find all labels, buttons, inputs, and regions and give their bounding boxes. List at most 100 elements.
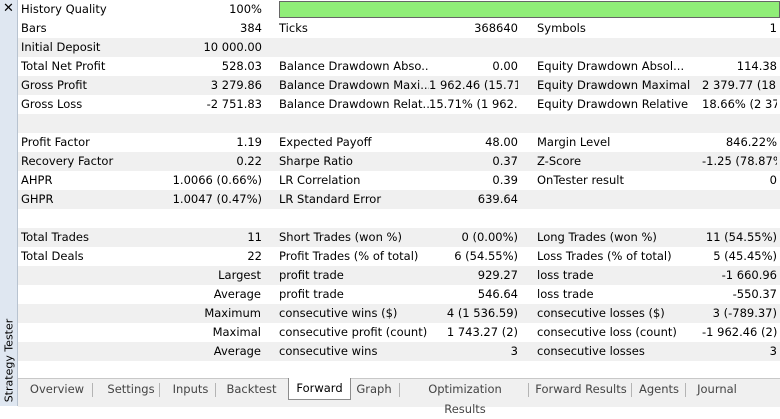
metric-label: Recovery Factor: [21, 154, 114, 168]
metric-value: 2 379.77 (18.66%): [702, 78, 777, 92]
report-row: Total Trades 11 Short Trades (won %) 0 (0.0…: [18, 228, 780, 247]
report-row: Average profit trade 546.64 loss trade -550.…: [18, 285, 780, 304]
metric-label: Profit Trades (% of total): [279, 249, 419, 263]
metric-label: Short Trades (won %): [279, 230, 402, 244]
history-quality-fill: [280, 2, 779, 17]
metric-label: profit trade: [279, 268, 344, 282]
metric-label: loss trade: [537, 287, 594, 301]
metric-value: 546.64: [477, 287, 518, 301]
row-group-label: Maximum: [204, 306, 261, 320]
metric-label: consecutive loss (count): [537, 325, 677, 339]
metric-label: Initial Deposit: [21, 40, 101, 54]
metric-label: Equity Drawdown Maximal: [537, 78, 691, 92]
report-row: Average consecutive wins 3 consecutive loss…: [18, 342, 780, 361]
metric-value: 6 (54.55%): [454, 249, 518, 263]
metric-value: 10 000.00: [203, 40, 262, 54]
metric-label: Z-Score: [537, 154, 582, 168]
metric-label: LR Correlation: [279, 173, 361, 187]
report-row: Profit Factor 1.19 Expected Payoff 48.00 Mar…: [18, 133, 780, 152]
metric-value: -2 751.83: [206, 97, 262, 111]
metric-value: 11: [247, 230, 262, 244]
report-row: Gross Loss -2 751.83 Balance Drawdown Rela…: [18, 95, 780, 114]
history-quality-row: History Quality 100%: [18, 0, 780, 19]
report-row: Gross Profit 3 279.86 Balance Drawdown Max…: [18, 76, 780, 95]
metric-label: Profit Factor: [21, 135, 90, 149]
metric-value: 368640: [474, 21, 518, 35]
report-row: AHPR 1.0066 (0.66%) LR Correlation 0.39 OnTe…: [18, 171, 780, 190]
tab-agents[interactable]: Agents: [637, 379, 681, 399]
metric-label: consecutive wins ($): [279, 306, 398, 320]
metric-label: profit trade: [279, 287, 344, 301]
metric-value: 22: [247, 249, 262, 263]
history-quality-bar: [279, 1, 780, 18]
close-icon[interactable]: ✕: [0, 0, 17, 17]
metric-label: Expected Payoff: [279, 135, 372, 149]
strategy-tester-sidebar: ✕ Strategy Tester: [0, 0, 18, 406]
metric-label: Balance Drawdown Abso...: [279, 59, 429, 73]
row-group-label: Maximal: [212, 325, 261, 339]
report-row: Bars 384 Ticks 368640 Symbols 1: [18, 19, 780, 38]
metric-label: OnTester result: [537, 173, 624, 187]
metric-value: 11 (54.55%): [705, 230, 777, 244]
metric-value: 0.00: [492, 59, 518, 73]
metric-label: Symbols: [537, 21, 586, 35]
metric-value: 3: [510, 344, 518, 358]
metric-label: consecutive wins: [279, 344, 378, 358]
tab-graph[interactable]: Graph: [353, 379, 395, 399]
metric-value: 3 (-789.37): [712, 306, 777, 320]
metric-value: 1: [769, 21, 777, 35]
tab-optimization-results[interactable]: Optimization Results: [406, 379, 524, 416]
report-row: Total Deals 22 Profit Trades (% of total) 6…: [18, 247, 780, 266]
metric-value: -1 962.46 (2): [702, 325, 777, 339]
row-group-label: Average: [213, 344, 261, 358]
metric-label: Margin Level: [537, 135, 611, 149]
metric-label: Ticks: [279, 21, 308, 35]
metric-value: 1.0066 (0.66%): [172, 173, 262, 187]
metric-label: Sharpe Ratio: [279, 154, 353, 168]
metric-value: 929.27: [477, 268, 518, 282]
metric-value: 15.71% (1 962.46): [429, 97, 518, 111]
metric-label: GHPR: [21, 192, 54, 206]
metric-value: 3: [769, 344, 777, 358]
metric-value: -1 660.96: [721, 268, 777, 282]
metric-label: Balance Drawdown Maxi...: [279, 78, 429, 92]
metric-label: LR Standard Error: [279, 192, 382, 206]
metric-label: Equity Drawdown Absol...: [537, 59, 685, 73]
tab-overview[interactable]: Overview: [26, 379, 88, 399]
metric-value: 0.37: [492, 154, 518, 168]
metric-value: -550.37: [732, 287, 777, 301]
report-row: Total Net Profit 528.03 Balance Drawdown A…: [18, 57, 780, 76]
metric-label: AHPR: [21, 173, 53, 187]
tab-separator: [399, 383, 400, 397]
report-row: Recovery Factor 0.22 Sharpe Ratio 0.37 Z-Sco…: [18, 152, 780, 171]
report-table: History Quality 100% Bars 384 Ticks 368640 S…: [18, 0, 780, 378]
tab-forward[interactable]: Forward: [288, 378, 351, 400]
tab-forward-results[interactable]: Forward Results: [535, 379, 627, 399]
metric-value: 3 279.86: [210, 78, 262, 92]
metric-value: 1.19: [236, 135, 262, 149]
metric-value: 846.22%: [725, 135, 777, 149]
metric-label: Gross Loss: [21, 97, 83, 111]
tab-journal[interactable]: Journal: [693, 379, 741, 399]
metric-value: 384: [240, 21, 262, 35]
row-group-label: Average: [213, 287, 261, 301]
tab-backtest[interactable]: Backtest: [226, 379, 277, 399]
metric-label: Balance Drawdown Relat...: [279, 97, 429, 111]
metric-label: Bars: [21, 21, 47, 35]
report-row: GHPR 1.0047 (0.47%) LR Standard Error 639.6…: [18, 190, 780, 209]
history-quality-label: History Quality: [21, 2, 107, 16]
tab-settings[interactable]: Settings: [107, 379, 155, 399]
report-row: Maximum consecutive wins ($) 4 (1 536.59) c…: [18, 304, 780, 323]
metric-value: 0: [769, 173, 777, 187]
report-row: [18, 114, 780, 133]
metric-value: 1 962.46 (15.71%): [429, 78, 518, 92]
tab-inputs[interactable]: Inputs: [170, 379, 211, 399]
metric-label: Total Trades: [21, 230, 89, 244]
metric-value: 1.0047 (0.47%): [172, 192, 262, 206]
tab-separator: [528, 383, 529, 397]
tab-separator: [92, 383, 93, 397]
metric-label: loss trade: [537, 268, 594, 282]
report-row: Largest profit trade 929.27 loss trade -1 66…: [18, 266, 780, 285]
tab-separator: [159, 383, 160, 397]
metric-label: Gross Profit: [21, 78, 88, 92]
